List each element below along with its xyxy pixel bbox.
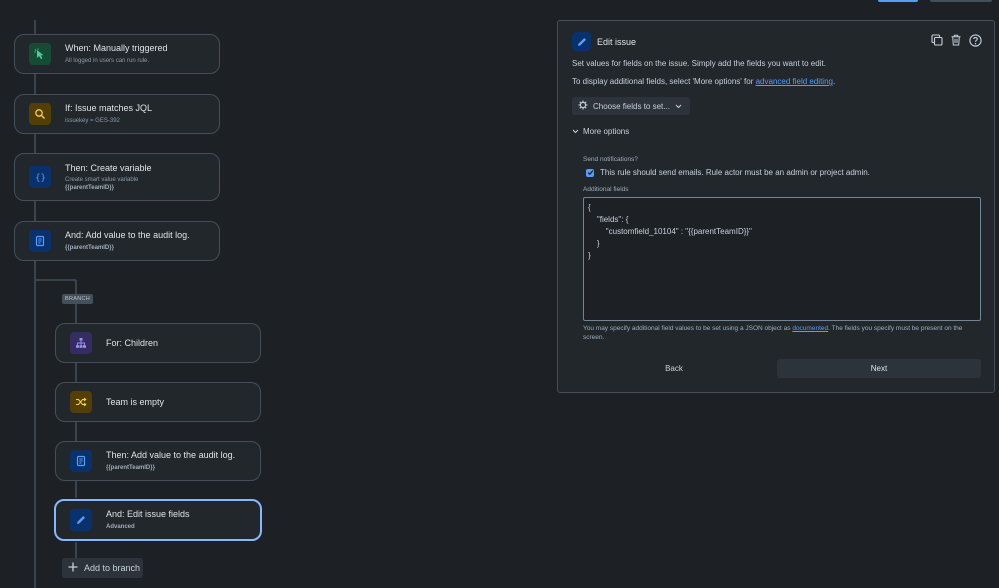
audit-log-value: {{parentTeamID}}	[65, 245, 114, 251]
pencil-icon	[70, 509, 92, 531]
trigger-card[interactable]: When: Manually triggered All logged in u…	[14, 34, 220, 74]
top-tab[interactable]	[930, 0, 992, 2]
help-icon[interactable]	[968, 33, 982, 47]
help-prefix: You may specify additional field values …	[583, 325, 793, 332]
more-options-label: More options	[583, 127, 630, 136]
chevron-down-icon	[572, 127, 579, 136]
trigger-subtitle: All logged in users can run rule.	[65, 58, 150, 64]
choose-fields-dropdown[interactable]: Choose fields to set...	[572, 97, 690, 115]
edit-fields-card[interactable]: And: Edit issue fields Advanced	[54, 499, 262, 541]
edit-fields-subtitle: Advanced	[106, 524, 135, 530]
condition-subtitle: issuekey = GES-392	[65, 118, 120, 124]
pencil-icon	[572, 32, 591, 51]
document-icon	[70, 450, 92, 472]
hierarchy-icon	[70, 332, 92, 354]
search-icon	[29, 103, 51, 125]
audit-log-card[interactable]: And: Add value to the audit log. {{paren…	[14, 221, 220, 261]
additional-fields-label: Additional fields	[583, 186, 629, 193]
advanced-field-editing-link[interactable]: advanced field editing	[756, 77, 833, 86]
team-empty-title: Team is empty	[106, 396, 165, 407]
create-variable-title: Then: Create variable	[65, 162, 152, 173]
delete-icon[interactable]	[949, 33, 963, 47]
advanced-editing-suffix: .	[832, 77, 836, 86]
create-variable-subtitle: Create smart value variable	[65, 176, 139, 183]
plus-icon	[68, 562, 78, 574]
choose-fields-label: Choose fields to set...	[593, 101, 670, 111]
additional-fields-json[interactable]: { "fields": { "customfield_10104" : "{{p…	[584, 198, 980, 262]
audit-log-title: And: Add value to the audit log.	[65, 230, 190, 240]
add-to-branch-button[interactable]: Add to branch	[62, 558, 143, 578]
more-options-toggle[interactable]: More options	[572, 127, 629, 136]
audit-log-value-2: {{parentTeamID}}	[106, 465, 155, 471]
next-button[interactable]: Next	[777, 359, 981, 378]
svg-text:{}: {}	[35, 174, 46, 184]
top-tab-active[interactable]	[878, 0, 918, 2]
edit-fields-title: And: Edit issue fields	[106, 509, 190, 519]
additional-fields-help: You may specify additional field values …	[583, 324, 983, 342]
for-children-title: For: Children	[106, 337, 159, 348]
team-empty-card[interactable]: Team is empty	[55, 382, 261, 422]
branch-connector	[34, 279, 76, 281]
braces-icon: {}	[29, 166, 51, 188]
condition-card[interactable]: If: Issue matches JQL issuekey = GES-392	[14, 94, 220, 134]
trigger-title: When: Manually triggered	[65, 43, 168, 53]
create-variable-card[interactable]: {} Then: Create variable Create smart va…	[14, 153, 220, 201]
advanced-editing-text: To display additional fields, select 'Mo…	[572, 77, 835, 86]
condition-title: If: Issue matches JQL	[65, 103, 153, 113]
send-notifications-text: This rule should send emails. Rule actor…	[600, 168, 870, 177]
additional-fields-editor[interactable]: { "fields": { "customfield_10104" : "{{p…	[583, 197, 981, 321]
audit-log-title-2: Then: Add value to the audit log.	[106, 450, 236, 460]
panel-title: Edit issue	[597, 36, 637, 47]
copy-icon[interactable]	[930, 33, 944, 47]
cursor-click-icon	[29, 43, 51, 65]
gear-icon	[578, 100, 588, 112]
chevron-down-icon	[675, 102, 682, 111]
shuffle-icon	[70, 391, 92, 413]
document-icon	[29, 230, 51, 252]
for-children-card[interactable]: For: Children	[55, 323, 261, 363]
edit-issue-panel: Edit issue Set values for fields on the …	[557, 20, 995, 393]
send-notifications-row[interactable]: This rule should send emails. Rule actor…	[586, 168, 870, 177]
add-to-branch-label: Add to branch	[84, 563, 141, 573]
send-notifications-checkbox[interactable]	[586, 168, 594, 177]
advanced-editing-prefix: To display additional fields, select 'Mo…	[572, 77, 756, 86]
audit-log-card-2[interactable]: Then: Add value to the audit log. {{pare…	[55, 441, 261, 481]
branch-tag: BRANCH	[62, 294, 94, 304]
create-variable-value: {{parentTeamID}}	[65, 184, 114, 191]
panel-description: Set values for fields on the issue. Simp…	[572, 59, 826, 68]
back-button[interactable]: Back	[572, 359, 776, 378]
send-notifications-label: Send notifications?	[583, 156, 638, 163]
documented-link[interactable]: documented	[792, 325, 828, 332]
